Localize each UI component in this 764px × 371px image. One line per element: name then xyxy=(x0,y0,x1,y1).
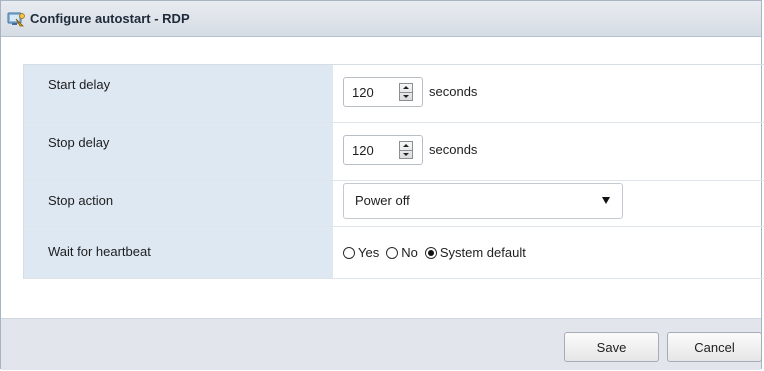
autostart-form: Start delay 120 seconds Stop delay 120 s… xyxy=(23,64,764,279)
dialog-title: Configure autostart - RDP xyxy=(30,11,190,26)
start-delay-row: Start delay 120 seconds xyxy=(24,65,764,123)
wait-heartbeat-radio-group: Yes No System default xyxy=(343,245,533,260)
stop-delay-unit: seconds xyxy=(429,142,478,157)
configure-autostart-dialog: Configure autostart - RDP Start delay 12… xyxy=(0,0,764,370)
start-delay-label: Start delay xyxy=(24,65,333,122)
wait-heartbeat-row: Wait for heartbeat Yes No System default xyxy=(24,227,764,279)
stop-delay-value-cell: 120 seconds xyxy=(333,123,764,180)
stop-action-select[interactable]: Power off xyxy=(343,182,623,219)
vm-autostart-icon xyxy=(7,10,25,28)
cancel-button[interactable]: Cancel xyxy=(667,332,762,362)
heartbeat-no-label: No xyxy=(401,245,418,260)
dialog-titlebar: Configure autostart - RDP xyxy=(1,1,761,37)
heartbeat-system-default-label: System default xyxy=(439,245,526,260)
stop-delay-row: Stop delay 120 seconds xyxy=(24,123,764,181)
stop-delay-input[interactable]: 120 xyxy=(352,143,399,158)
heartbeat-yes-label: Yes xyxy=(358,245,380,260)
stop-delay-decrement-button[interactable] xyxy=(400,151,412,159)
heartbeat-yes-option[interactable]: Yes xyxy=(343,245,379,260)
wait-heartbeat-label: Wait for heartbeat xyxy=(24,227,333,278)
start-delay-value-cell: 120 seconds xyxy=(333,65,764,122)
dialog-footer: Save Cancel xyxy=(1,318,762,370)
heartbeat-system-default-radio[interactable] xyxy=(424,246,437,259)
start-delay-increment-button[interactable] xyxy=(400,84,412,93)
heartbeat-system-default-option[interactable]: System default xyxy=(424,245,526,260)
start-delay-input[interactable]: 120 xyxy=(352,85,399,100)
start-delay-stepper[interactable] xyxy=(399,83,413,101)
stop-action-selected-value: Power off xyxy=(355,193,410,208)
start-delay-decrement-button[interactable] xyxy=(400,93,412,101)
stop-action-value-cell: Power off xyxy=(333,181,764,226)
heartbeat-no-option[interactable]: No xyxy=(386,245,418,260)
stop-delay-stepper[interactable] xyxy=(399,141,413,159)
stop-delay-increment-button[interactable] xyxy=(400,142,412,151)
start-delay-unit: seconds xyxy=(429,84,478,99)
heartbeat-yes-radio[interactable] xyxy=(343,246,355,259)
stop-action-label: Stop action xyxy=(24,181,333,226)
stop-delay-spinner[interactable]: 120 xyxy=(343,135,423,165)
heartbeat-no-radio[interactable] xyxy=(386,246,399,259)
start-delay-spinner[interactable]: 120 xyxy=(343,77,423,107)
wait-heartbeat-value-cell: Yes No System default xyxy=(333,227,764,278)
stop-action-row: Stop action Power off xyxy=(24,181,764,227)
save-button[interactable]: Save xyxy=(564,332,659,362)
dropdown-arrow-icon xyxy=(602,197,610,204)
stop-delay-label: Stop delay xyxy=(24,123,333,180)
